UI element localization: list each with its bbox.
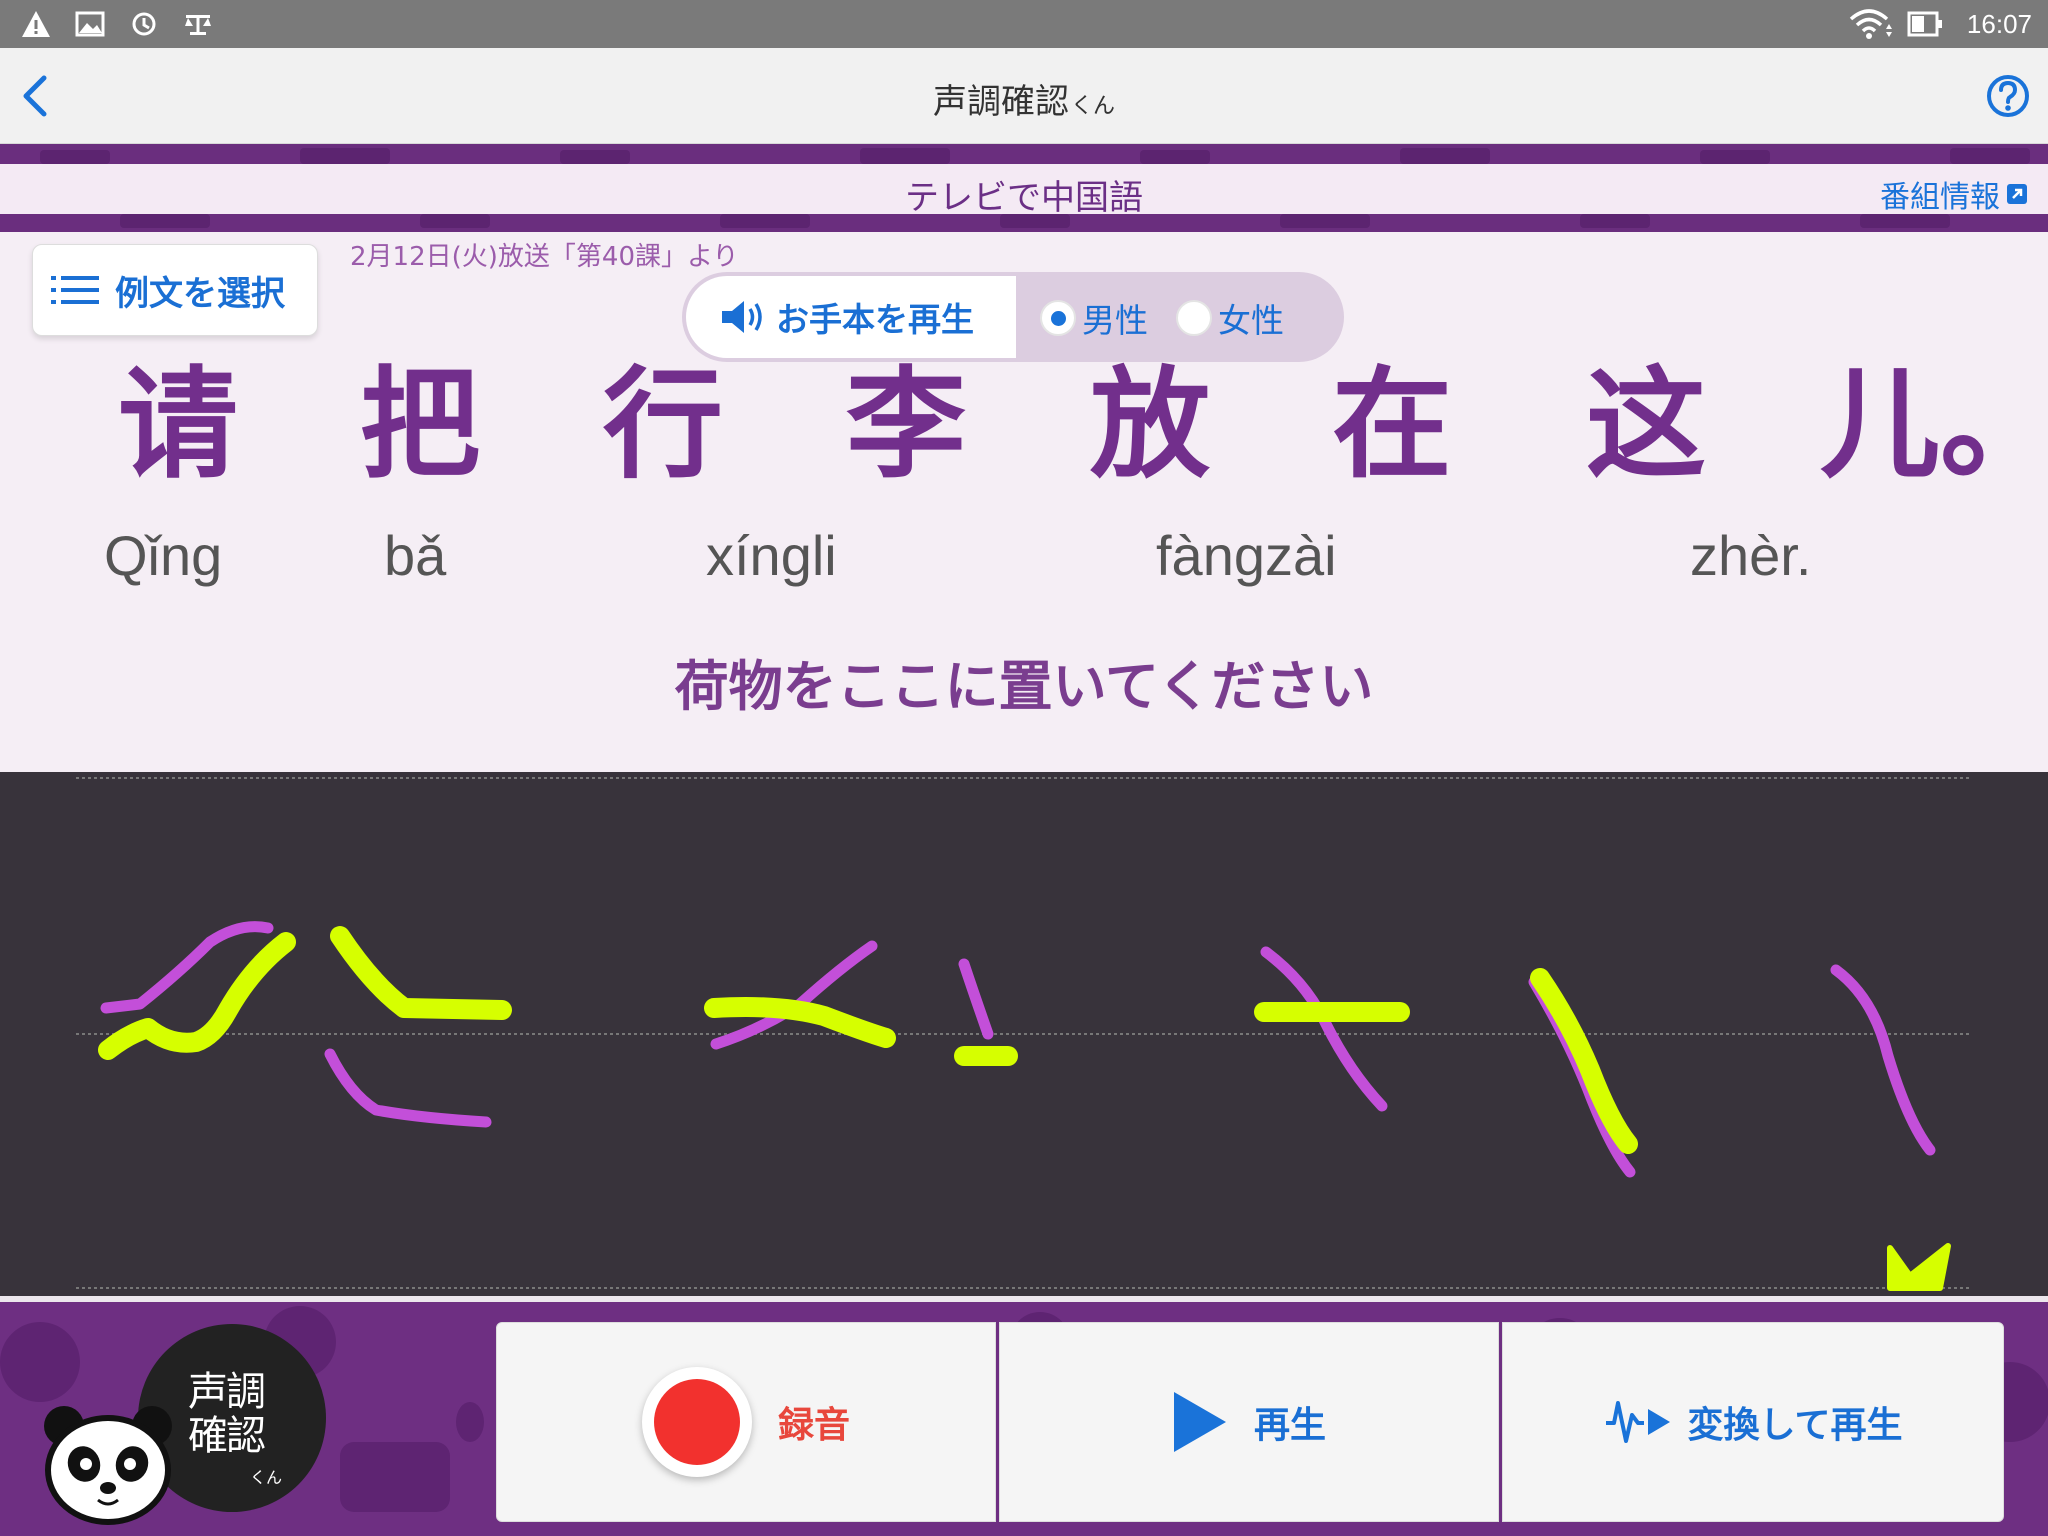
- voice-selector: お手本を再生 男性 女性: [682, 272, 1344, 362]
- logo-text: 声調: [188, 1369, 266, 1415]
- voice-option-female[interactable]: 女性: [1176, 294, 1284, 342]
- external-link-icon: [2007, 184, 2027, 204]
- pinyin-syllable: fàngzài: [1156, 524, 1337, 587]
- bottom-controls: 声調 確認 くん 録音 再生 変換して再生: [0, 1296, 2048, 1536]
- hanzi-char: 行: [603, 356, 723, 495]
- status-bar: 16:07: [0, 0, 2048, 48]
- logo-text: 確認: [188, 1413, 266, 1459]
- radio-selected-icon: [1040, 300, 1076, 336]
- pitch-graph-canvas: [76, 777, 1970, 1291]
- translation-text: 荷物をここに置いてください: [674, 655, 1374, 718]
- hanzi-char: 儿。: [1820, 356, 2048, 495]
- app-header: 声調確認くん: [0, 48, 2048, 144]
- record-button[interactable]: 録音: [496, 1322, 996, 1522]
- model-pitch-curve: [958, 958, 994, 1040]
- select-sentence-button[interactable]: 例文を選択: [32, 244, 318, 336]
- user-pitch-curve: [1887, 1243, 1951, 1291]
- program-title: テレビで中国語: [905, 178, 1143, 218]
- pitch-graph: [0, 772, 2048, 1296]
- select-sentence-label: 例文を選択: [115, 273, 285, 314]
- clock: 16:07: [1966, 8, 2032, 39]
- program-info-link[interactable]: 番組情報: [1880, 172, 2028, 216]
- wifi-icon: [1849, 9, 1892, 39]
- battery-icon: [1907, 11, 1942, 37]
- play-button[interactable]: 再生: [999, 1322, 1499, 1522]
- broadcast-info: 2月12日(火)放送「第40課」より: [350, 242, 739, 272]
- pinyin-syllable: zhèr.: [1690, 524, 1812, 587]
- hanzi-char: 把: [360, 356, 480, 495]
- sentence-panel: 例文を選択 2月12日(火)放送「第40課」より お手本を再生 男性 女性 请 …: [0, 232, 2048, 772]
- image-icon: [75, 11, 105, 37]
- list-icon: [51, 276, 99, 304]
- hanzi-char: 在: [1332, 356, 1452, 495]
- play-sample-label: お手本を再生: [776, 300, 974, 339]
- pinyin-syllable: xíngli: [706, 524, 837, 587]
- speaker-icon: [722, 301, 762, 333]
- record-icon: [641, 1367, 752, 1477]
- panda-icon: [44, 1406, 172, 1525]
- title-suffix: くん: [1070, 94, 1115, 119]
- convert-play-button[interactable]: 変換して再生: [1502, 1322, 2004, 1522]
- program-band: テレビで中国語 番組情報: [0, 144, 2048, 232]
- hanzi-char: 这: [1586, 356, 1706, 495]
- hanzi-char: 李: [846, 356, 966, 495]
- page-title: 声調確認くん: [0, 74, 2048, 123]
- play-icon: [1173, 1392, 1226, 1452]
- waveform-play-icon: [1605, 1401, 1670, 1443]
- scale-icon: [185, 15, 211, 35]
- help-icon[interactable]: [1984, 72, 2032, 120]
- play-sample-button[interactable]: お手本を再生: [686, 276, 1016, 358]
- hanzi-char: 放: [1090, 356, 1210, 495]
- convert-play-label: 変換して再生: [1687, 1405, 1903, 1446]
- model-pitch-curve: [1260, 946, 1388, 1112]
- voice-option-label: 女性: [1218, 301, 1284, 340]
- user-pitch-curve: [1530, 968, 1638, 1154]
- voice-option-male[interactable]: 男性: [1040, 294, 1148, 342]
- hanzi-char: 请: [118, 356, 238, 495]
- logo-text: くん: [250, 1468, 283, 1487]
- warning-icon: [22, 11, 50, 37]
- title-main: 声調確認: [932, 82, 1069, 122]
- user-pitch-curve: [330, 926, 512, 1020]
- pinyin-syllable: bǎ: [384, 524, 447, 587]
- sync-icon: [132, 12, 156, 36]
- radio-unselected-icon: [1176, 300, 1212, 336]
- pinyin-syllable: Qǐng: [104, 524, 223, 587]
- program-info-label: 番組情報: [1880, 180, 2000, 215]
- voice-option-label: 男性: [1082, 301, 1148, 340]
- play-label: 再生: [1253, 1405, 1326, 1446]
- model-pitch-curve: [324, 1048, 492, 1128]
- record-label: 録音: [777, 1405, 850, 1446]
- model-pitch-curve: [1830, 964, 1936, 1156]
